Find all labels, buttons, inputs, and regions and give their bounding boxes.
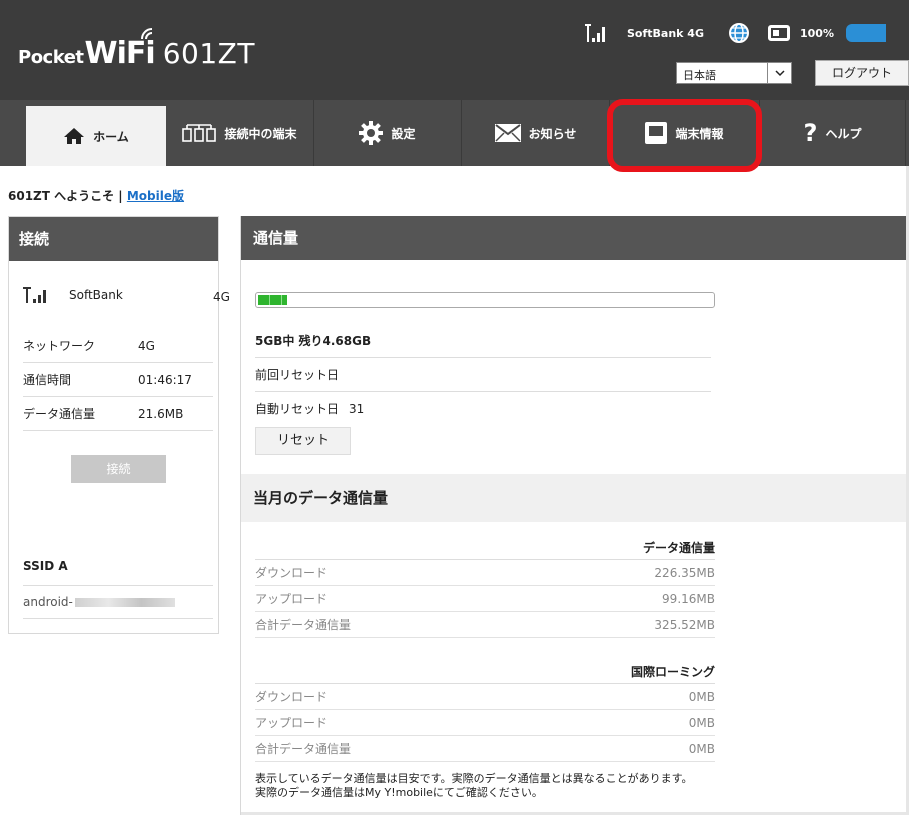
chevron-down-icon[interactable] xyxy=(767,63,791,83)
last-reset-row: 前回リセット日 xyxy=(255,357,711,391)
logo-pocket: Pocket xyxy=(18,47,84,68)
tab-help[interactable]: ? ヘルプ xyxy=(760,100,906,166)
carrier-row: SoftBank 4G xyxy=(23,287,230,304)
main-nav: ホーム 接続中の端末 設定 お知らせ 端末情報 ? ヘルプ xyxy=(0,100,909,166)
mobile-version-link[interactable]: Mobile版 xyxy=(127,189,184,203)
table-header: 国際ローミング xyxy=(255,660,715,684)
table-header: データ通信量 xyxy=(255,536,715,560)
usage-progress-bar xyxy=(255,292,715,308)
battery-icon xyxy=(768,25,790,41)
logout-button[interactable]: ログアウト xyxy=(815,60,909,86)
remaining-data: 5GB中 残り4.68GB xyxy=(255,334,372,348)
connection-panel: 接続 SoftBank 4G ネットワーク 4G 通信時間 01:46:17 デ… xyxy=(8,216,230,634)
info-value: 21.6MB xyxy=(138,406,184,421)
devices-icon xyxy=(182,124,217,142)
info-key: データ通信量 xyxy=(23,407,96,421)
logo-model: 601ZT xyxy=(162,37,255,70)
welcome-line: 601ZT へようこそ | Mobile版 xyxy=(8,187,184,204)
info-key: ネットワーク xyxy=(23,339,96,353)
data-usage-table: データ通信量 ダウンロード 226.35MB アップロード 99.16MB 合計デー… xyxy=(255,536,715,638)
help-icon: ? xyxy=(803,119,818,147)
tab-label: お知らせ xyxy=(528,126,577,141)
tab-home[interactable]: ホーム xyxy=(26,106,166,166)
welcome-text: 601ZT へようこそ | xyxy=(8,189,127,203)
tab-notifications[interactable]: お知らせ xyxy=(462,100,610,166)
tab-label: 接続中の端末 xyxy=(224,126,297,141)
gear-icon xyxy=(359,121,384,145)
usage-title: 通信量 xyxy=(241,216,909,260)
usage-note: 表示しているデータ通信量は目安です。実際のデータ通信量とは異なることがあります。… xyxy=(255,772,693,799)
reset-button[interactable]: リセット xyxy=(255,427,351,455)
info-row-time: 通信時間 01:46:17 xyxy=(23,363,213,397)
auto-reset-value: 31 xyxy=(349,401,365,416)
last-reset-label: 前回リセット日 xyxy=(255,368,340,382)
connect-button[interactable]: 接続 xyxy=(71,455,166,483)
tab-label: 設定 xyxy=(391,126,416,141)
signal-strength-icon xyxy=(23,287,46,303)
logo-wifi: WiFi xyxy=(85,28,156,71)
monthly-title: 当月のデータ通信量 xyxy=(241,474,909,522)
header: Pocket WiFi 601ZT SoftBank 4G 100% 日本語 ロ… xyxy=(0,0,909,100)
globe-icon xyxy=(729,23,749,43)
auto-reset-label: 自動リセット日 xyxy=(255,402,340,416)
roaming-usage-table: 国際ローミング ダウンロード 0MB アップロード 0MB 合計データ通信量 0MB xyxy=(255,660,715,762)
pocket-wifi-logo: Pocket WiFi 601ZT xyxy=(18,28,255,71)
info-value: 4G xyxy=(138,338,155,353)
info-row-network: ネットワーク 4G xyxy=(23,329,213,363)
battery-bar xyxy=(845,24,886,42)
table-row: アップロード 99.16MB xyxy=(255,586,715,612)
info-value: 01:46:17 xyxy=(138,372,192,387)
redacted-ssid xyxy=(74,597,175,607)
ssid-name: android- xyxy=(23,595,73,609)
table-row: アップロード 0MB xyxy=(255,710,715,736)
auto-reset-row: 自動リセット日 31 xyxy=(255,391,711,425)
table-row: 合計データ通信量 325.52MB xyxy=(255,612,715,638)
network-type: 4G xyxy=(213,290,230,304)
table-row: 合計データ通信量 0MB xyxy=(255,736,715,762)
tab-label: ホーム xyxy=(93,129,129,144)
usage-panel: 通信量 5GB中 残り4.68GB 前回リセット日 自動リセット日 31 リセッ… xyxy=(240,216,909,815)
ssid-title: SSID A xyxy=(23,559,68,573)
connection-title: 接続 xyxy=(9,217,218,261)
ssid-row: android- xyxy=(23,585,213,619)
mail-icon xyxy=(494,124,521,142)
tab-connected-devices[interactable]: 接続中の端末 xyxy=(166,100,314,166)
wifi-arc-icon xyxy=(140,28,152,40)
carrier-name: SoftBank xyxy=(69,288,123,302)
highlight-frame xyxy=(607,99,762,172)
status-bar: SoftBank 4G 100% xyxy=(585,22,886,44)
carrier-label: SoftBank 4G xyxy=(627,26,704,40)
language-value: 日本語 xyxy=(683,69,716,82)
info-row-data: データ通信量 21.6MB xyxy=(23,397,213,431)
tab-label: ヘルプ xyxy=(825,126,862,141)
table-row: ダウンロード 226.35MB xyxy=(255,560,715,586)
language-select[interactable]: 日本語 xyxy=(676,62,792,84)
battery-percent: 100% xyxy=(800,26,834,40)
table-row: ダウンロード 0MB xyxy=(255,684,715,710)
usage-progress-fill xyxy=(258,295,287,305)
home-icon xyxy=(63,127,85,145)
signal-strength-icon xyxy=(585,24,605,42)
info-key: 通信時間 xyxy=(23,373,72,387)
tab-settings[interactable]: 設定 xyxy=(314,100,462,166)
